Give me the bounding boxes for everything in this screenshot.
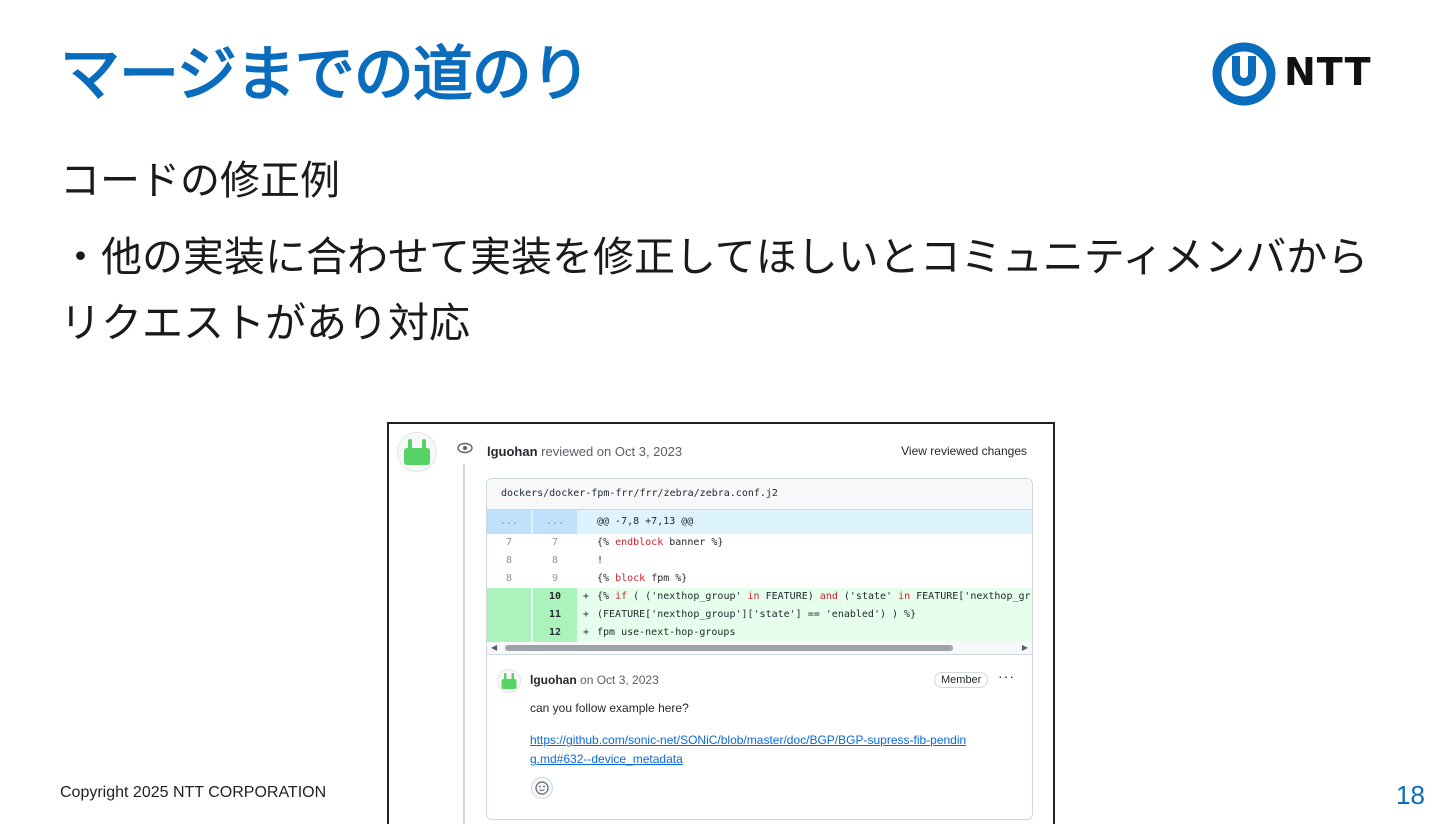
diff-marker: + xyxy=(583,591,590,602)
old-line-number[interactable]: 8 xyxy=(487,570,531,588)
diff-line: 8 8 ! xyxy=(487,552,1032,570)
old-line-number[interactable]: 7 xyxy=(487,534,531,552)
github-review-screenshot: lguohan reviewed on Oct 3, 2023 View rev… xyxy=(387,422,1055,824)
scroll-right-icon[interactable]: ▶ xyxy=(1022,642,1028,654)
comment-body: can you follow example here? xyxy=(530,701,689,715)
diff-box: dockers/docker-fpm-frr/frr/zebra/zebra.c… xyxy=(486,478,1033,820)
copyright-footer: Copyright 2025 NTT CORPORATION xyxy=(60,784,327,801)
old-line-number xyxy=(487,588,531,606)
review-comment: lguohan on Oct 3, 2023 Member ··· can yo… xyxy=(487,655,1032,805)
new-line-number[interactable]: 10 xyxy=(533,588,577,606)
comment-date[interactable]: on Oct 3, 2023 xyxy=(580,673,659,687)
diff-marker: + xyxy=(583,627,590,638)
slide-subheading: コードの修正例 xyxy=(60,158,340,204)
new-line-number[interactable]: 8 xyxy=(533,552,577,570)
comment-link[interactable]: https://github.com/sonic-net/SONiC/blob/… xyxy=(530,731,970,769)
view-reviewed-changes-link[interactable]: View reviewed changes xyxy=(901,444,1027,458)
diff-code: {% block fpm %} xyxy=(597,573,688,584)
reviewer-avatar[interactable] xyxy=(397,432,437,472)
slide-title: マージまでの道のり xyxy=(60,40,591,110)
new-line-number[interactable]: 7 xyxy=(533,534,577,552)
add-reaction-button[interactable] xyxy=(531,777,553,799)
diff-hunk-header: ... ... @@ -7,8 +7,13 @@ xyxy=(487,510,1032,534)
ntt-logo-icon xyxy=(1212,42,1276,106)
timeline-line xyxy=(463,464,465,824)
horizontal-scrollbar[interactable]: ◀ ▶ xyxy=(487,642,1032,655)
diff-line-added: 11 + (FEATURE['nexthop_group']['state'] … xyxy=(487,606,1032,624)
diff-code: fpm use-next-hop-groups xyxy=(597,627,736,638)
diff-marker: + xyxy=(583,609,590,620)
new-line-number[interactable]: 9 xyxy=(533,570,577,588)
diff-line: 8 9 {% block fpm %} xyxy=(487,570,1032,588)
scrollbar-thumb[interactable] xyxy=(505,645,953,651)
old-line-number[interactable]: 8 xyxy=(487,552,531,570)
eye-icon xyxy=(457,442,473,454)
hunk-expand-new[interactable]: ... xyxy=(533,510,577,534)
old-line-number xyxy=(487,624,531,642)
android-avatar-icon xyxy=(404,439,430,465)
comment-author-link[interactable]: lguohan xyxy=(530,673,577,687)
diff-code: ! xyxy=(597,555,604,566)
comment-header: lguohan on Oct 3, 2023 xyxy=(530,673,659,687)
review-action-text: reviewed on Oct 3, 2023 xyxy=(541,444,683,459)
scroll-left-icon[interactable]: ◀ xyxy=(491,642,497,654)
android-avatar-icon xyxy=(501,673,517,689)
old-line-number xyxy=(487,606,531,624)
hunk-header-text: @@ -7,8 +7,13 @@ xyxy=(597,516,694,527)
review-author-link[interactable]: lguohan xyxy=(487,444,538,459)
diff-code: {% endblock banner %} xyxy=(597,537,724,548)
page-number: 18 xyxy=(1396,780,1425,810)
new-line-number[interactable]: 11 xyxy=(533,606,577,624)
ntt-logo: NTT xyxy=(1212,42,1371,106)
diff-file-path[interactable]: dockers/docker-fpm-frr/frr/zebra/zebra.c… xyxy=(487,479,1032,510)
diff-line-added: 12 + fpm use-next-hop-groups xyxy=(487,624,1032,642)
member-badge: Member xyxy=(934,672,989,688)
new-line-number[interactable]: 12 xyxy=(533,624,577,642)
smiley-icon xyxy=(535,781,549,795)
diff-code: {% if ( ('nexthop_group' in FEATURE) and… xyxy=(597,591,1031,602)
hunk-expand-old[interactable]: ... xyxy=(487,510,531,534)
diff-line-added: 10 + {% if ( ('nexthop_group' in FEATURE… xyxy=(487,588,1032,606)
commenter-avatar[interactable] xyxy=(497,669,521,693)
diff-code: (FEATURE['nexthop_group']['state'] == 'e… xyxy=(597,609,917,620)
ntt-logo-text: NTT xyxy=(1284,50,1372,94)
more-options-icon[interactable]: ··· xyxy=(998,668,1015,684)
diff-line: 7 7 {% endblock banner %} xyxy=(487,534,1032,552)
review-header: lguohan reviewed on Oct 3, 2023 xyxy=(487,444,682,459)
slide-body-text: ・他の実装に合わせて実装を修正してほしいとコミュニティメンバからリクエストがあり… xyxy=(60,233,1369,347)
